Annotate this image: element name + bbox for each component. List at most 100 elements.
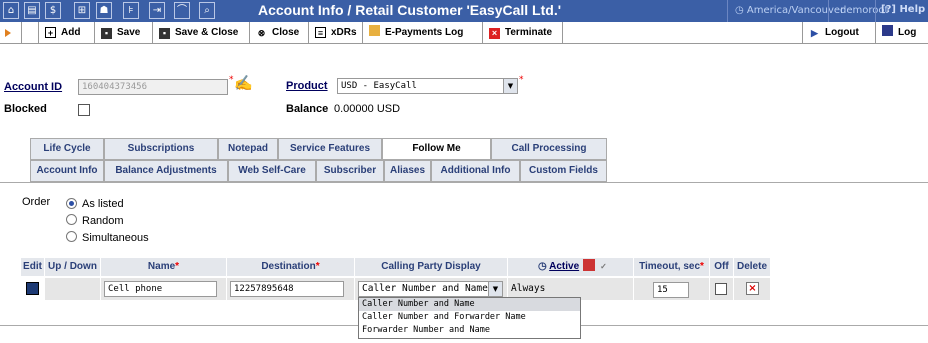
- xdrs-label: xDRs: [331, 27, 357, 38]
- close-button[interactable]: ⊗ Close: [250, 22, 309, 43]
- timeout-header-label: Timeout, sec: [639, 261, 701, 272]
- destination-input[interactable]: 12257895648: [230, 281, 344, 297]
- delete-x-icon[interactable]: ×: [746, 282, 759, 295]
- required-mark: *: [229, 75, 234, 85]
- edit-period-icon[interactable]: [583, 259, 596, 271]
- cpd-select[interactable]: Caller Number and Name: [358, 281, 503, 297]
- help-label: Help: [899, 4, 926, 15]
- tab-life-cycle[interactable]: Life Cycle: [30, 138, 104, 160]
- xdrs-button[interactable]: ≡ xDRs: [309, 22, 363, 43]
- chevron-down-icon[interactable]: ▼: [488, 282, 502, 296]
- add-label: Add: [61, 27, 81, 38]
- col-active-header: ◷ Active ✓: [508, 258, 634, 276]
- order-simultaneous-label: Simultaneous: [82, 232, 149, 244]
- follow-me-name-input[interactable]: Cell phone: [104, 281, 217, 297]
- blocked-label: Blocked: [4, 103, 47, 115]
- floppy-icon: ▪: [101, 28, 112, 39]
- clock-icon: ◷: [735, 5, 747, 16]
- timeout-input[interactable]: 15: [653, 282, 689, 298]
- tab-additional-info[interactable]: Additional Info: [431, 160, 520, 182]
- home-icon[interactable]: ⌂: [3, 2, 19, 19]
- tab-web-self-care[interactable]: Web Self-Care: [228, 160, 316, 182]
- order-random-radio[interactable]: [66, 214, 77, 225]
- row-delete-cell: ×: [734, 278, 771, 300]
- epayments-label: E-Payments Log: [385, 27, 464, 38]
- epayments-log-button[interactable]: E-Payments Log: [363, 22, 483, 43]
- col-name-header: Name*: [101, 258, 227, 276]
- cpd-option[interactable]: Caller Number and Name: [359, 298, 580, 311]
- test-icon[interactable]: ✓: [600, 262, 607, 271]
- chevron-down-icon[interactable]: ▼: [503, 79, 517, 93]
- row-off-cell: [710, 278, 734, 300]
- required-mark: *: [175, 261, 180, 272]
- terminate-label: Terminate: [505, 27, 553, 38]
- tab-account-info[interactable]: Account Info: [30, 160, 104, 182]
- col-delete-header: Delete: [734, 258, 771, 276]
- clock-icon: ◷: [538, 261, 550, 272]
- tab-service-features[interactable]: Service Features: [278, 138, 382, 160]
- order-random-label: Random: [82, 215, 124, 227]
- floppy-icon[interactable]: [26, 282, 39, 295]
- cpd-option[interactable]: Forwarder Number and Name: [359, 324, 580, 337]
- tab-aliases[interactable]: Aliases: [384, 160, 431, 182]
- order-as-listed-radio[interactable]: [66, 198, 77, 209]
- account-id-field: 160404373456: [78, 79, 228, 95]
- cpd-dropdown-list: Caller Number and Name Caller Number and…: [358, 297, 581, 339]
- toolbar: + Add ▪ Save ▪ Save & Close ⊗ Close ≡ xDRs E-…: [0, 22, 928, 44]
- tree-icon[interactable]: ⊧: [123, 2, 139, 19]
- tab-follow-me[interactable]: Follow Me: [382, 138, 491, 160]
- required-mark: *: [519, 75, 524, 85]
- name-header-label: Name: [147, 261, 176, 272]
- help-icon: [?]: [881, 4, 900, 15]
- add-button[interactable]: + Add: [38, 22, 95, 43]
- row-timeout-cell: 15: [634, 278, 710, 300]
- chart-icon[interactable]: ⌒: [174, 2, 190, 19]
- grid-icon[interactable]: ▤: [24, 2, 40, 19]
- order-simultaneous-radio[interactable]: [66, 231, 77, 242]
- help-link[interactable]: [?] Help: [881, 4, 925, 15]
- person-icon[interactable]: ☗: [96, 2, 112, 19]
- log-button[interactable]: Log: [876, 22, 928, 43]
- title-divider: [875, 0, 876, 22]
- magnifier-icon[interactable]: ⌕: [199, 2, 215, 19]
- active-period-value: Always: [511, 283, 546, 294]
- tab-balance-adjustments[interactable]: Balance Adjustments: [104, 160, 228, 182]
- save-close-label: Save & Close: [175, 27, 239, 38]
- account-id-label[interactable]: Account ID: [4, 81, 62, 93]
- product-label[interactable]: Product: [286, 80, 328, 92]
- row-name-cell: Cell phone: [101, 278, 227, 300]
- off-checkbox[interactable]: [715, 283, 727, 295]
- page-title: Account Info / Retail Customer 'EasyCall…: [258, 2, 562, 18]
- col-updown-header: Up / Down: [45, 258, 101, 276]
- trunk-icon[interactable]: ⇥: [149, 2, 165, 19]
- close-label: Close: [272, 27, 300, 38]
- title-bar: ⌂ ▤ $ ⊞ ☗ ⊧ ⇥ ⌒ ⌕ Account Info / Retail …: [0, 0, 928, 22]
- row-updown-cell: [45, 278, 101, 300]
- cpd-option[interactable]: Caller Number and Forwarder Name: [359, 311, 580, 324]
- edit-pencil-icon[interactable]: ✍: [234, 74, 253, 92]
- active-header-link[interactable]: Active: [549, 261, 579, 272]
- logout-label: Logout: [825, 27, 859, 38]
- col-edit-header: Edit: [21, 258, 45, 276]
- col-cpd-header: Calling Party Display: [355, 258, 508, 276]
- row-destination-cell: 12257895648: [227, 278, 355, 300]
- blocked-checkbox[interactable]: [78, 104, 90, 116]
- title-divider: [727, 0, 728, 22]
- tab-custom-fields[interactable]: Custom Fields: [520, 160, 607, 182]
- network-icon[interactable]: ⊞: [74, 2, 90, 19]
- logout-button[interactable]: ▶ Logout: [802, 22, 876, 43]
- tab-subscriptions[interactable]: Subscriptions: [104, 138, 218, 160]
- order-label: Order: [22, 196, 51, 208]
- save-close-button[interactable]: ▪ Save & Close: [153, 22, 250, 43]
- tab-notepad[interactable]: Notepad: [218, 138, 278, 160]
- timezone-label: America/Vancouver: [746, 5, 845, 16]
- terminate-button[interactable]: × Terminate: [483, 22, 563, 43]
- save-button[interactable]: ▪ Save: [95, 22, 153, 43]
- tab-call-processing[interactable]: Call Processing: [491, 138, 607, 160]
- tab-subscriber[interactable]: Subscriber: [316, 160, 384, 182]
- log-icon: [882, 25, 893, 36]
- door-icon: ▶: [811, 28, 818, 38]
- product-select[interactable]: USD - EasyCall: [337, 78, 518, 94]
- dollar-icon[interactable]: $: [45, 2, 61, 19]
- balance-value: 0.00000 USD: [334, 103, 401, 115]
